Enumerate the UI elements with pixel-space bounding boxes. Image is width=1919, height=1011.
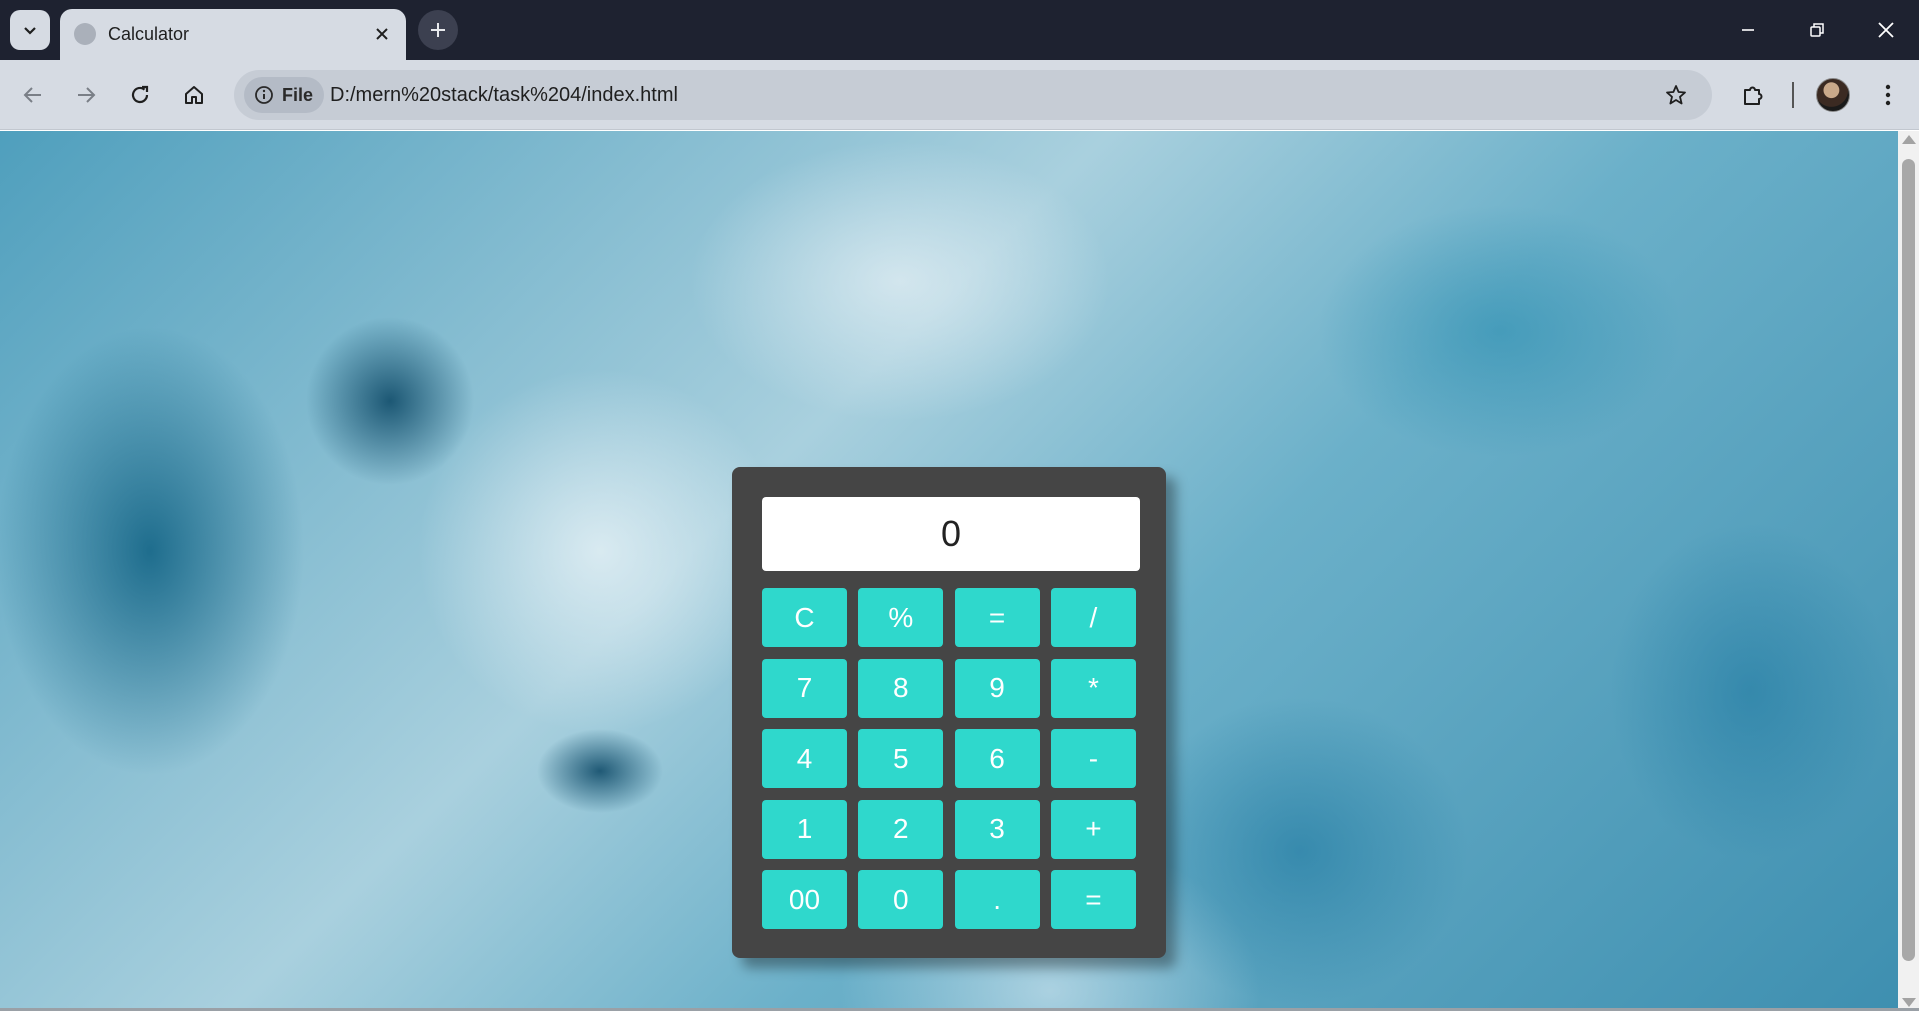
tab-title: Calculator <box>108 24 190 44</box>
site-chip-label: File <box>282 84 314 105</box>
scroll-up-arrow[interactable] <box>1902 135 1916 144</box>
kebab-menu-icon <box>1885 84 1891 106</box>
forward-button[interactable] <box>64 73 108 117</box>
bookmark-button[interactable] <box>1658 77 1694 113</box>
restore-button[interactable] <box>1797 10 1837 50</box>
key-digit-8-button[interactable]: 8 <box>858 658 944 718</box>
key-clear-button[interactable]: C <box>762 588 847 647</box>
key-digit-5-button[interactable]: 5 <box>858 729 944 788</box>
key-double-zero-button[interactable]: 00 <box>762 870 847 929</box>
key-digit-1-button[interactable]: 1 <box>762 799 847 859</box>
scroll-down-arrow[interactable] <box>1902 998 1916 1007</box>
key-digit-7-button[interactable]: 7 <box>762 658 847 718</box>
back-button[interactable] <box>11 73 55 117</box>
page-background: 0 C% =/7 8 9 * 4 5 6-1 2 3 +00 0. = <box>0 131 1898 1011</box>
restore-icon <box>1810 23 1824 37</box>
home-button[interactable] <box>172 73 216 117</box>
scroll-thumb[interactable] <box>1902 159 1915 961</box>
reload-button[interactable] <box>118 73 162 117</box>
minimize-button[interactable] <box>1728 10 1768 50</box>
key-equals-button[interactable]: = <box>1050 870 1136 929</box>
calculator-keypad: C% =/7 8 9 * 4 5 6-1 2 3 +00 0. = <box>762 588 1140 929</box>
key-digit-6-button[interactable]: 6 <box>954 729 1040 788</box>
avatar[interactable] <box>1816 78 1850 112</box>
key-digit-9-button[interactable]: 9 <box>954 658 1040 718</box>
key-multiply-button[interactable]: * <box>1050 658 1136 718</box>
chevron-down-icon <box>24 27 36 35</box>
close-icon <box>376 28 388 40</box>
minimize-icon <box>1742 29 1754 31</box>
site-info-chip[interactable]: File <box>244 77 324 113</box>
plus-icon <box>431 23 445 37</box>
key-add-button[interactable]: + <box>1050 799 1136 859</box>
key-digit-4-button[interactable]: 4 <box>762 729 847 788</box>
menu-button[interactable] <box>1866 73 1910 117</box>
key-percent-button[interactable]: % <box>858 588 944 647</box>
key-decimal-button[interactable]: . <box>954 870 1040 929</box>
puzzle-icon <box>1744 86 1763 105</box>
toolbar-divider <box>1792 82 1794 108</box>
tab-calculator[interactable]: Calculator <box>60 9 406 60</box>
extensions-button[interactable] <box>1732 73 1776 117</box>
star-icon <box>1666 85 1686 105</box>
vertical-scrollbar[interactable] <box>1898 131 1919 1011</box>
arrow-left-icon <box>23 87 41 103</box>
arrow-right-icon <box>78 87 96 103</box>
tab-search-button[interactable] <box>10 10 50 50</box>
close-icon <box>1878 22 1894 38</box>
home-icon <box>185 86 203 104</box>
close-window-button[interactable] <box>1866 10 1906 50</box>
browser-tab-bar: Calculator <box>0 0 1919 60</box>
tab-close-button[interactable] <box>370 22 394 46</box>
url-text[interactable]: D:/mern%20stack/task%204/index.html <box>330 82 678 108</box>
address-bar[interactable]: File D:/mern%20stack/task%204/index.html <box>234 70 1712 120</box>
calculator-display: 0 <box>762 497 1140 571</box>
key-digit-2-button[interactable]: 2 <box>858 799 944 859</box>
new-tab-button[interactable] <box>418 10 458 50</box>
globe-icon <box>74 23 96 45</box>
calculator: 0 C% =/7 8 9 * 4 5 6-1 2 3 +00 0. = <box>732 467 1166 958</box>
key-subtract-button[interactable]: - <box>1050 729 1136 788</box>
key-digit-3-button[interactable]: 3 <box>954 799 1040 859</box>
key-digit-0-button[interactable]: 0 <box>858 870 944 929</box>
key-equals-button[interactable]: = <box>954 588 1040 647</box>
reload-icon <box>131 85 149 104</box>
browser-toolbar: File D:/mern%20stack/task%204/index.html <box>0 60 1919 130</box>
key-divide-button[interactable]: / <box>1050 588 1136 647</box>
info-icon <box>255 86 273 104</box>
